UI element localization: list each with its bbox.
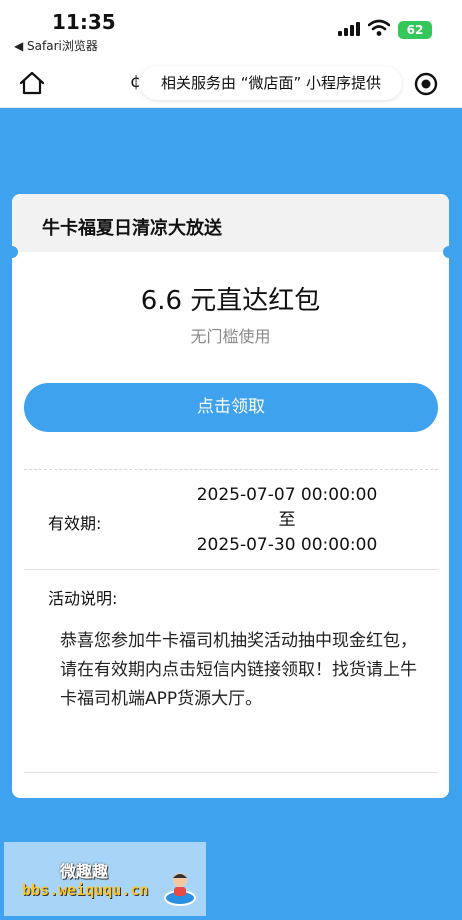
claim-button[interactable]: 点击领取 — [24, 383, 438, 432]
divider — [24, 772, 438, 773]
wifi-icon — [368, 19, 390, 36]
card-header: 牛卡福夏日清凉大放送 — [12, 194, 449, 252]
service-provider-notice: 相关服务由 “微店面” 小程序提供 — [140, 66, 402, 100]
card-notch-right — [443, 246, 449, 258]
description-text: 恭喜您参加牛卡福司机抽奖活动抽中现金红包，请在有效期内点击短信内链接领取！找货请… — [60, 631, 417, 709]
validity-label: 有效期: — [48, 514, 102, 533]
campaign-title: 牛卡福夏日清凉大放送 — [42, 218, 222, 239]
usage-condition: 无门槛使用 — [190, 327, 271, 346]
status-time: 11:35 — [52, 10, 116, 34]
back-to-safari-link[interactable]: ◀ Safari浏览器 — [14, 37, 98, 54]
divider — [24, 569, 438, 570]
home-icon[interactable] — [18, 69, 46, 97]
validity-start: 2025-07-07 00:00:00 — [196, 485, 378, 505]
watermark-url: bbs.weiququ.cn — [22, 881, 149, 899]
validity-separator: 至 — [278, 510, 296, 530]
validity-end: 2025-07-30 00:00:00 — [196, 535, 378, 555]
red-packet-amount: 6.6 元直达红包 — [140, 286, 321, 316]
site-watermark: 微趣趣 bbs.weiququ.cn — [4, 842, 206, 916]
swimmer-mascot-icon — [164, 873, 196, 906]
dashed-divider — [24, 469, 438, 470]
watermark-title: 微趣趣 — [60, 862, 109, 881]
cellular-signal-icon — [338, 22, 360, 36]
validity-period: 2025-07-07 00:00:00 至 2025-07-30 00:00:0… — [157, 483, 417, 558]
nav-bar: ¢ 相关服务由 “微店面” 小程序提供 — [0, 58, 462, 108]
status-bar: 11:35 ◀ Safari浏览器 62 — [0, 0, 462, 58]
close-miniprogram-icon[interactable] — [412, 70, 440, 98]
battery-icon: 62 — [398, 21, 432, 39]
coupon-card: 牛卡福夏日清凉大放送 6.6 元直达红包 无门槛使用 点击领取 有效期: 202… — [12, 194, 449, 798]
description-label: 活动说明: — [48, 589, 118, 608]
